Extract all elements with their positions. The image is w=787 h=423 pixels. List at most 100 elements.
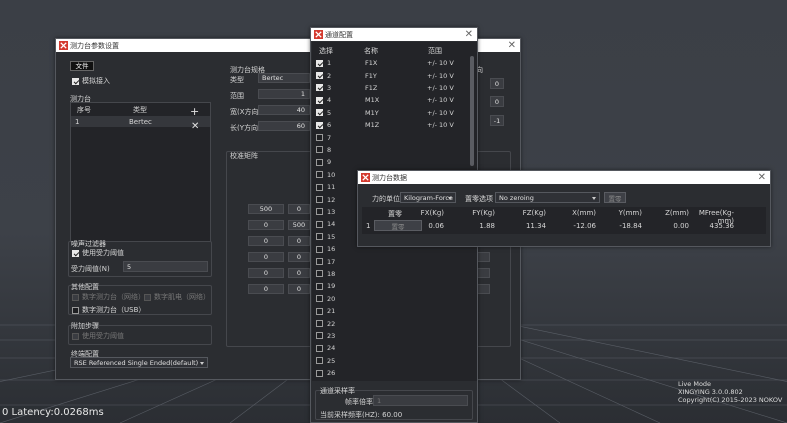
calib-cell[interactable]: 0 (248, 220, 284, 230)
channel-row[interactable]: 2 F1Y +/- 10 V (316, 69, 471, 81)
channel-checkbox[interactable] (316, 196, 323, 204)
add-plate-button[interactable]: + (190, 105, 199, 118)
channel-checkbox[interactable] (316, 369, 323, 377)
channel-row[interactable]: 25 (316, 355, 471, 367)
channel-checkbox[interactable] (316, 245, 323, 253)
channel-title: 通道配置 (325, 30, 353, 39)
channel-checkbox[interactable] (316, 158, 323, 166)
direction-value-1[interactable]: 0 (490, 78, 504, 89)
zero-select[interactable]: No zeroing (495, 192, 600, 203)
channel-checkbox[interactable] (316, 332, 323, 340)
settings-close-button[interactable]: ✕ (508, 39, 516, 52)
channel-row[interactable]: 4 M1X +/- 10 V (316, 94, 471, 106)
channel-checkbox[interactable] (316, 208, 323, 216)
zero-value: No zeroing (499, 193, 534, 202)
direction-value-2[interactable]: 0 (490, 96, 504, 107)
plate-type: Bertec (129, 118, 152, 126)
terminal-select[interactable]: RSE Referenced Single Ended(default) (70, 357, 208, 368)
channel-checkbox[interactable] (316, 357, 323, 365)
data-value: 11.34 (525, 222, 546, 230)
channel-row[interactable]: 5 M1Y +/- 10 V (316, 107, 471, 119)
calib-cell[interactable]: 0 (288, 204, 310, 214)
channel-row[interactable]: 22 (316, 317, 471, 329)
spec-type-label: 类型 (230, 76, 244, 84)
channel-col-range: 范围 (428, 47, 442, 55)
channel-checkbox[interactable] (316, 233, 323, 241)
direction-value-3[interactable]: -1 (490, 115, 504, 126)
channel-row[interactable]: 17 (316, 255, 471, 267)
remove-plate-button[interactable]: ✕ (191, 121, 199, 132)
channel-checkbox[interactable] (316, 109, 323, 117)
spec-type-field[interactable]: Bertec (258, 73, 310, 83)
calib-cell-right[interactable] (476, 268, 490, 278)
channel-number: 19 (327, 282, 336, 291)
channel-row[interactable]: 6 M1Z +/- 10 V (316, 119, 471, 131)
spec-width-field[interactable]: 40 (258, 105, 310, 115)
spec-length-field[interactable]: 60 (258, 121, 310, 131)
channel-number: 11 (327, 183, 336, 192)
channel-checkbox[interactable] (316, 258, 323, 266)
channel-checkbox[interactable] (316, 183, 323, 191)
channel-checkbox[interactable] (316, 270, 323, 278)
simulate-option[interactable]: 模拟接入 (72, 76, 110, 86)
calib-cell[interactable]: 500 (288, 220, 310, 230)
channel-checkbox[interactable] (316, 121, 323, 129)
calib-cell[interactable]: 0 (248, 268, 284, 278)
channel-checkbox[interactable] (316, 171, 323, 179)
channel-row[interactable]: 9 (316, 156, 471, 168)
simulate-checkbox[interactable] (72, 77, 79, 85)
channel-range: +/- 10 V (427, 59, 454, 68)
channel-checkbox[interactable] (316, 84, 323, 92)
channel-row[interactable]: 18 (316, 268, 471, 280)
channel-checkbox[interactable] (316, 146, 323, 154)
channel-checkbox[interactable] (316, 282, 323, 290)
calib-cell[interactable]: 0 (248, 236, 284, 246)
channel-row[interactable]: 26 (316, 367, 471, 379)
channel-row[interactable]: 19 (316, 280, 471, 292)
use-threshold-option[interactable]: 使用受力阈值 (72, 248, 124, 258)
channel-checkbox[interactable] (316, 307, 323, 315)
channel-row[interactable]: 24 (316, 342, 471, 354)
channel-checkbox[interactable] (316, 220, 323, 228)
channel-close-button[interactable]: ✕ (465, 28, 473, 41)
channel-checkbox[interactable] (316, 72, 323, 80)
channel-row[interactable]: 20 (316, 293, 471, 305)
calib-group-label: 校准矩阵 (230, 152, 258, 160)
plates-col-type: 类型 (133, 106, 147, 114)
calib-cell[interactable]: 0 (288, 268, 310, 278)
calib-cell-right[interactable] (476, 252, 490, 262)
channel-row[interactable]: 21 (316, 305, 471, 317)
calib-cell[interactable]: 0 (248, 284, 284, 294)
channel-checkbox[interactable] (316, 59, 323, 67)
data-close-button[interactable]: ✕ (758, 171, 766, 184)
channel-checkbox[interactable] (316, 96, 323, 104)
calib-cell-right[interactable] (476, 284, 490, 294)
channel-row[interactable]: 3 F1Z +/- 10 V (316, 82, 471, 94)
channel-row[interactable]: 23 (316, 330, 471, 342)
spec-range-field[interactable]: 1 (258, 89, 310, 99)
digital-plate-usb-option[interactable]: 数字测力台（USB） (72, 305, 145, 315)
channel-row[interactable]: 8 (316, 144, 471, 156)
channel-number: 21 (327, 307, 336, 316)
calib-cell[interactable]: 0 (288, 252, 310, 262)
channel-checkbox[interactable] (316, 295, 323, 303)
channel-checkbox[interactable] (316, 134, 323, 142)
digital-plate-usb-checkbox[interactable] (72, 306, 79, 314)
channel-row[interactable]: 7 (316, 131, 471, 143)
calib-cell[interactable]: 0 (288, 236, 310, 246)
calib-cell[interactable]: 0 (248, 252, 284, 262)
use-threshold-checkbox[interactable] (72, 249, 79, 257)
calib-cell[interactable]: 500 (248, 204, 284, 214)
threshold-field[interactable]: 5 (123, 261, 208, 272)
channel-checkbox[interactable] (316, 320, 323, 328)
calib-cell[interactable]: 0 (288, 284, 310, 294)
channel-name: M1Y (365, 108, 379, 117)
channel-row[interactable]: 1 F1X +/- 10 V (316, 57, 471, 69)
plates-table: 序号 类型 1 Bertec (70, 102, 211, 242)
zero-all-button[interactable]: 置零 (604, 192, 626, 203)
rate-field[interactable]: 1 (373, 395, 468, 406)
channel-checkbox[interactable] (316, 344, 323, 352)
unit-select[interactable]: Kilogram-Force (400, 192, 456, 203)
file-tab[interactable]: 文件 (70, 61, 94, 71)
channel-scrollbar[interactable] (470, 56, 474, 166)
